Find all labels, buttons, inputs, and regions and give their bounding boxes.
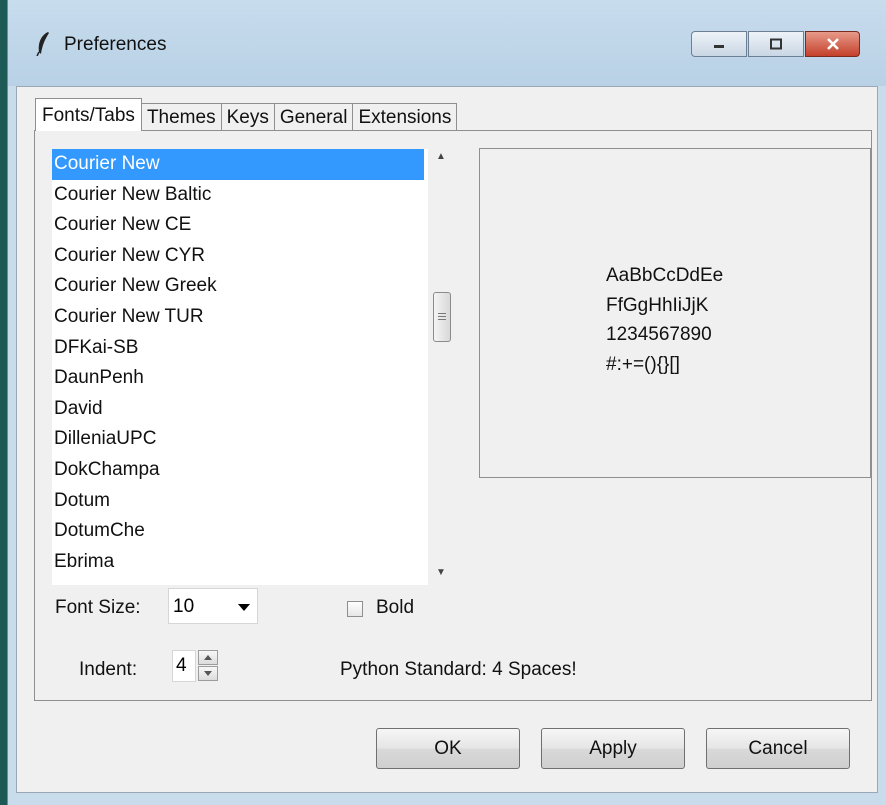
indent-input[interactable]: 4	[172, 650, 196, 682]
font-list-item[interactable]: DilleniaUPC	[52, 424, 428, 455]
maximize-icon	[770, 38, 782, 50]
font-sample-text: AaBbCcDdEe FfGgHhIiJjK 1234567890 #:+=()…	[606, 261, 723, 379]
cancel-button[interactable]: Cancel	[706, 728, 850, 769]
indent-spinner[interactable]	[198, 650, 218, 682]
grip-line	[438, 319, 446, 320]
apply-button[interactable]: Apply	[541, 728, 685, 769]
font-list-item[interactable]: Courier New CE	[52, 210, 428, 241]
sample-line: FfGgHhIiJjK	[606, 294, 709, 316]
preferences-window: Preferences Fonts/Tabs Themes Keys Gener…	[7, 0, 886, 805]
font-listbox[interactable]: Courier New Courier New Baltic Courier N…	[52, 149, 428, 585]
font-list-item[interactable]: David	[52, 394, 428, 425]
font-list-item[interactable]: DaunPenh	[52, 363, 428, 394]
tab-keys[interactable]: Keys	[220, 103, 275, 131]
font-size-value: 10	[173, 596, 195, 617]
sample-line: 1234567890	[606, 324, 712, 345]
font-list-item[interactable]: DFKai-SB	[52, 333, 428, 364]
close-icon	[826, 38, 839, 50]
fonts-tabs-panel: Courier New Courier New Baltic Courier N…	[34, 130, 872, 701]
font-list-item[interactable]: Courier New CYR	[52, 241, 428, 272]
indent-label: Indent:	[79, 659, 138, 680]
maximize-button[interactable]	[748, 31, 804, 57]
font-size-dropdown[interactable]: 10	[168, 588, 258, 624]
minimize-button[interactable]	[691, 31, 747, 57]
font-size-label: Font Size:	[55, 597, 141, 618]
spin-up-button[interactable]	[198, 650, 218, 665]
tab-general[interactable]: General	[273, 103, 354, 131]
ok-button[interactable]: OK	[376, 728, 520, 769]
tab-themes[interactable]: Themes	[140, 103, 222, 131]
spin-down-button[interactable]	[198, 666, 218, 681]
spin-up-icon	[204, 655, 212, 660]
tab-fonts-tabs[interactable]: Fonts/Tabs	[35, 98, 142, 131]
font-list-item[interactable]: Courier New TUR	[52, 302, 428, 333]
spin-down-icon	[204, 671, 212, 676]
sample-line: AaBbCcDdEe	[606, 265, 724, 286]
tab-extensions[interactable]: Extensions	[352, 103, 458, 131]
font-list-item[interactable]: Courier New	[52, 149, 424, 180]
dialog-body: Fonts/Tabs Themes Keys General Extension…	[16, 86, 878, 793]
font-list-item[interactable]: Ebrima	[52, 547, 428, 578]
font-list-item[interactable]: Courier New Greek	[52, 271, 428, 302]
font-list-item[interactable]: DotumChe	[52, 516, 428, 547]
indent-note: Python Standard: 4 Spaces!	[340, 659, 577, 680]
title-bar[interactable]: Preferences	[8, 0, 886, 86]
window-title: Preferences	[64, 34, 167, 55]
scroll-down-arrow-icon[interactable]: ▼	[436, 567, 446, 578]
feather-icon	[36, 32, 49, 56]
font-list-item[interactable]: Courier New Baltic	[52, 180, 428, 211]
chevron-down-icon	[238, 604, 250, 611]
minimize-icon	[714, 45, 724, 48]
bold-label: Bold	[376, 597, 415, 618]
font-sample-frame: AaBbCcDdEe FfGgHhIiJjK 1234567890 #:+=()…	[479, 148, 871, 478]
close-button[interactable]	[805, 31, 860, 57]
grip-line	[438, 316, 446, 317]
bold-checkbox[interactable]	[347, 601, 363, 617]
sample-line: #:+=(){}[]	[606, 353, 680, 375]
tab-strip: Fonts/Tabs Themes Keys General Extension…	[35, 98, 458, 131]
scroll-up-arrow-icon[interactable]: ▲	[436, 151, 446, 162]
scrollbar-thumb[interactable]	[433, 292, 451, 342]
grip-line	[438, 313, 446, 314]
font-list-item[interactable]: DokChampa	[52, 455, 428, 486]
font-list-item[interactable]: Dotum	[52, 486, 428, 517]
font-list-scrollbar[interactable]: ▲ ▼	[431, 149, 453, 585]
